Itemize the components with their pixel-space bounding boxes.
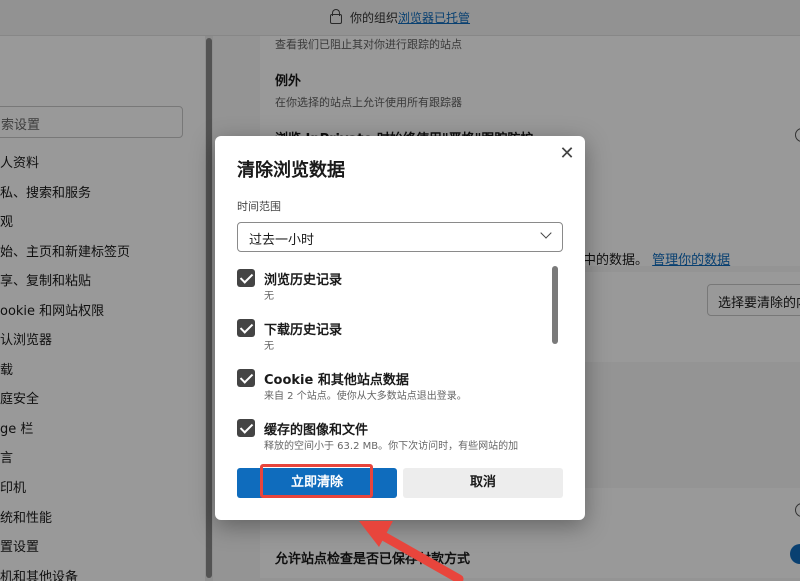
checkbox-download-history[interactable] [237,319,255,337]
checkbox-browsing-history[interactable] [237,269,255,287]
clear-browsing-data-dialog: 清除浏览数据 ✕ 时间范围 过去一小时 浏览历史记录 无 下载历史记录 无 Co… [215,136,585,520]
clear-now-button[interactable]: 立即清除 [237,464,397,498]
browsing-history-detail: 无 [264,291,274,302]
dialog-title: 清除浏览数据 [237,160,345,181]
cached-images-detail: 释放的空间小于 63.2 MB。你下次访问时，有些网站的加 [264,441,519,452]
close-icon[interactable]: ✕ [556,143,578,165]
cached-images-label: 缓存的图像和文件 [264,423,369,438]
time-range-value: 过去一小时 [249,233,315,248]
download-history-label: 下载历史记录 [264,323,343,338]
cookies-label: Cookie 和其他站点数据 [264,373,409,388]
highlight-box [260,464,373,498]
cancel-button[interactable]: 取消 [403,468,563,498]
checkbox-cookies[interactable] [237,369,255,387]
checkbox-cached-images[interactable] [237,419,255,437]
list-item[interactable]: 下载历史记录 无 [237,319,547,359]
time-range-label: 时间范围 [237,200,281,213]
list-item[interactable]: 浏览历史记录 无 [237,269,547,309]
chevron-down-icon [540,227,552,239]
cookies-detail: 来自 2 个站点。使你从大多数站点退出登录。 [264,391,467,402]
time-range-select[interactable]: 过去一小时 [237,222,563,252]
dialog-scrollbar-thumb[interactable] [552,266,558,344]
list-item[interactable]: 缓存的图像和文件 释放的空间小于 63.2 MB。你下次访问时，有些网站的加 [237,419,547,459]
browsing-history-label: 浏览历史记录 [264,273,343,288]
list-item[interactable]: Cookie 和其他站点数据 来自 2 个站点。使你从大多数站点退出登录。 [237,369,547,409]
download-history-detail: 无 [264,341,274,352]
annotation-arrow-icon [359,521,464,581]
